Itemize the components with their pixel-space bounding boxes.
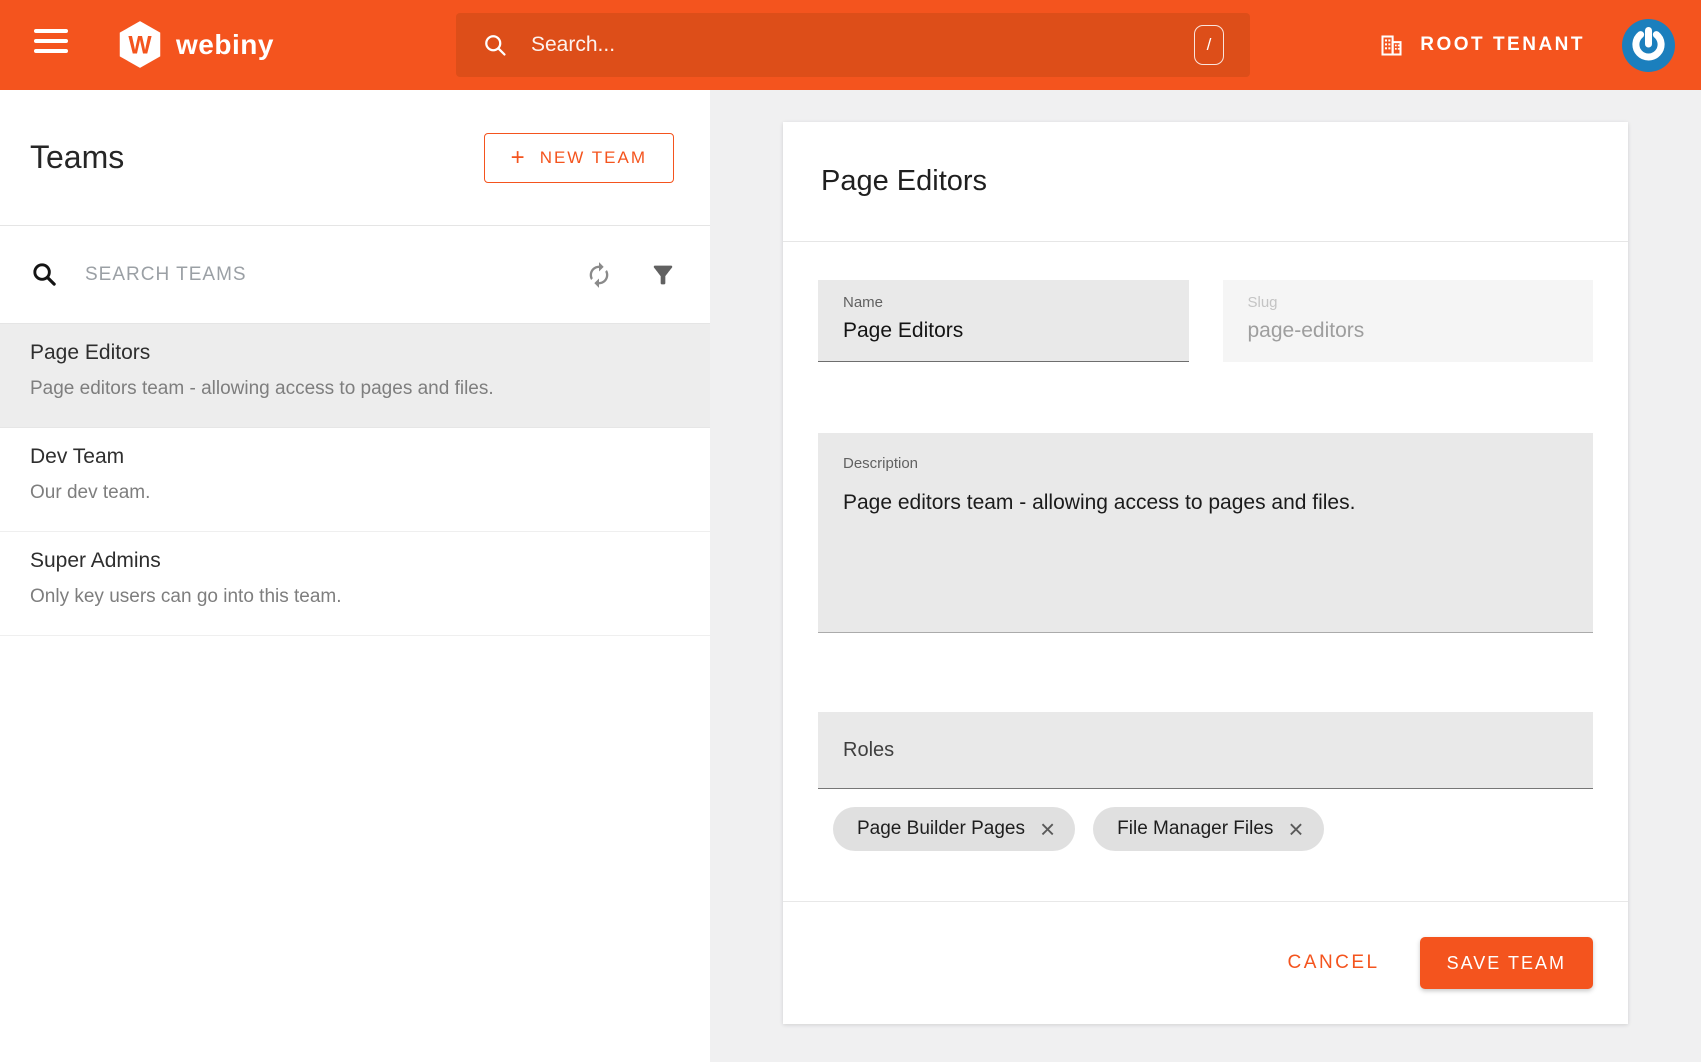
search-icon (30, 260, 59, 289)
team-name: Super Admins (30, 549, 680, 573)
cancel-button[interactable]: CANCEL (1288, 952, 1380, 974)
chip-label: Page Builder Pages (857, 818, 1025, 840)
building-icon (1378, 32, 1405, 59)
role-chips-row: Page Builder Pages × File Manager Files … (818, 807, 1593, 851)
user-avatar[interactable] (1620, 17, 1677, 74)
webiny-hexagon-icon: W (118, 20, 162, 69)
team-name: Dev Team (30, 445, 680, 469)
hamburger-bar (34, 29, 68, 33)
name-input[interactable] (843, 319, 1164, 343)
team-list-item-dev-team[interactable]: Dev Team Our dev team. (0, 428, 710, 532)
team-description: Page editors team - allowing access to p… (30, 378, 680, 400)
team-editor-footer: CANCEL SAVE TEAM (818, 902, 1593, 1024)
tenant-selector[interactable]: ROOT TENANT (1378, 0, 1585, 90)
team-name: Page Editors (30, 341, 680, 365)
teams-list-panel: Teams + NEW TEAM (0, 90, 710, 1062)
description-field-label: Description (843, 455, 1568, 472)
role-chip-file-manager-files[interactable]: File Manager Files × (1093, 807, 1323, 851)
close-icon[interactable]: × (1040, 819, 1055, 840)
close-icon[interactable]: × (1288, 819, 1303, 840)
teams-list: Page Editors Page editors team - allowin… (0, 324, 710, 636)
team-editor-header: Page Editors (783, 122, 1628, 242)
slug-input (1248, 319, 1569, 343)
brand-wordmark: webiny (176, 29, 274, 61)
webiny-admin-app: W webiny / (0, 0, 1701, 1062)
chip-label: File Manager Files (1117, 818, 1273, 840)
team-editor-card: Page Editors Name Slug Description Page … (783, 122, 1628, 1024)
refresh-icon (585, 261, 613, 289)
role-chip-page-builder-pages[interactable]: Page Builder Pages × (833, 807, 1075, 851)
search-icon (482, 32, 509, 59)
roles-field[interactable]: Roles (818, 712, 1593, 789)
teams-panel-header: Teams + NEW TEAM (0, 90, 710, 226)
svg-text:W: W (128, 33, 152, 60)
save-team-button[interactable]: SAVE TEAM (1420, 937, 1593, 989)
team-list-item-super-admins[interactable]: Super Admins Only key users can go into … (0, 532, 710, 636)
team-editor-panel: Page Editors Name Slug Description Page … (710, 90, 1701, 1062)
teams-search-row (0, 226, 710, 324)
tenant-label: ROOT TENANT (1420, 34, 1585, 56)
team-editor-title: Page Editors (821, 165, 987, 198)
name-slug-row: Name Slug (818, 280, 1593, 362)
slash-shortcut-badge: / (1194, 25, 1224, 65)
filter-button[interactable] (646, 258, 680, 292)
name-field-label: Name (843, 294, 1164, 311)
new-team-button-label: NEW TEAM (540, 148, 647, 168)
plus-icon: + (511, 146, 527, 170)
top-bar: W webiny / (0, 0, 1701, 90)
slug-field: Slug (1223, 280, 1594, 362)
team-description: Our dev team. (30, 482, 680, 504)
global-search-bar[interactable]: / (456, 13, 1250, 77)
description-input[interactable]: Page editors team - allowing access to p… (843, 491, 1568, 515)
team-editor-body: Name Slug Description Page editors team … (783, 280, 1628, 1024)
avatar-power-icon (1620, 17, 1677, 74)
webiny-logo[interactable]: W webiny (118, 20, 274, 69)
teams-search-input[interactable] (85, 264, 552, 286)
new-team-button[interactable]: + NEW TEAM (484, 133, 674, 183)
page-title: Teams (30, 139, 124, 176)
hamburger-menu-icon[interactable] (34, 29, 68, 61)
refresh-button[interactable] (582, 258, 616, 292)
roles-field-label: Roles (843, 739, 894, 762)
filter-icon (649, 261, 677, 289)
team-description: Only key users can go into this team. (30, 586, 680, 608)
hamburger-bar (34, 39, 68, 43)
slug-field-label: Slug (1248, 294, 1569, 311)
name-field[interactable]: Name (818, 280, 1189, 362)
description-field[interactable]: Description Page editors team - allowing… (818, 433, 1593, 633)
hamburger-bar (34, 49, 68, 53)
global-search-input[interactable] (531, 33, 1194, 57)
team-list-item-page-editors[interactable]: Page Editors Page editors team - allowin… (0, 324, 710, 428)
